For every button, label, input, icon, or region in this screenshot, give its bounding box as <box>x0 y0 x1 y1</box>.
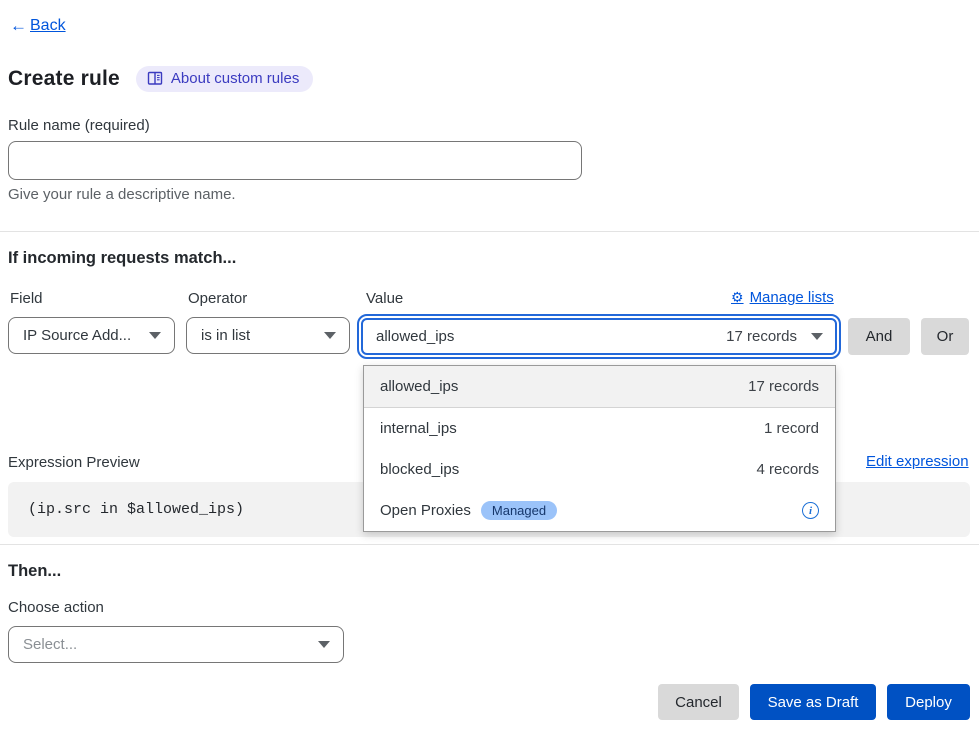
title-row: Create rule About custom rules <box>8 66 313 92</box>
info-icon[interactable]: i <box>802 502 819 519</box>
manage-lists-link[interactable]: ⚙ Manage lists <box>731 289 834 306</box>
expression-code: (ip.src in $allowed_ips) <box>28 501 244 518</box>
action-select-placeholder: Select... <box>23 636 77 653</box>
create-rule-page: ←Back Create rule About custom rules Rul… <box>0 0 979 739</box>
list-option-name: blocked_ips <box>380 461 459 478</box>
value-select-focus-ring: allowed_ips 17 records <box>357 314 841 359</box>
book-icon <box>147 71 163 86</box>
match-section-heading: If incoming requests match... <box>8 249 236 268</box>
operator-select[interactable]: is in list <box>186 317 350 354</box>
list-option-internal-ips[interactable]: internal_ips 1 record <box>364 408 835 449</box>
cancel-button[interactable]: Cancel <box>658 684 739 720</box>
field-select[interactable]: IP Source Add... <box>8 317 175 354</box>
rule-name-input[interactable] <box>8 141 582 180</box>
chevron-down-icon <box>149 332 161 339</box>
back-arrow-icon: ← <box>10 16 27 36</box>
and-button[interactable]: And <box>848 318 910 355</box>
list-option-blocked-ips[interactable]: blocked_ips 4 records <box>364 449 835 490</box>
list-dropdown-panel: allowed_ips 17 records internal_ips 1 re… <box>363 365 836 532</box>
operator-label: Operator <box>188 290 247 307</box>
action-select[interactable]: Select... <box>8 626 344 663</box>
list-option-records: 17 records <box>748 378 819 395</box>
page-title: Create rule <box>8 67 120 91</box>
value-select-name: allowed_ips <box>376 328 726 345</box>
managed-badge: Managed <box>481 501 557 520</box>
about-custom-rules-label: About custom rules <box>171 70 299 87</box>
list-option-records: 4 records <box>756 461 819 478</box>
choose-action-label: Choose action <box>8 599 104 616</box>
manage-lists-label: Manage lists <box>750 289 834 306</box>
list-option-open-proxies[interactable]: Open Proxies Managed i <box>364 490 835 531</box>
list-option-allowed-ips[interactable]: allowed_ips 17 records <box>364 366 835 408</box>
list-option-name: Open Proxies <box>380 502 471 519</box>
gear-icon: ⚙ <box>731 289 744 306</box>
field-label: Field <box>10 290 43 307</box>
rule-name-helper: Give your rule a descriptive name. <box>8 186 236 203</box>
about-custom-rules-link[interactable]: About custom rules <box>136 66 313 92</box>
value-select[interactable]: allowed_ips 17 records <box>361 318 837 355</box>
or-button[interactable]: Or <box>921 318 969 355</box>
section-divider <box>0 544 979 545</box>
edit-expression-link[interactable]: Edit expression <box>866 453 969 470</box>
value-label: Value <box>366 290 403 307</box>
chevron-down-icon <box>318 641 330 648</box>
list-option-records: 1 record <box>764 420 819 437</box>
field-select-value: IP Source Add... <box>23 327 131 344</box>
chevron-down-icon <box>811 333 823 340</box>
rule-name-label: Rule name (required) <box>8 117 150 134</box>
save-as-draft-button[interactable]: Save as Draft <box>750 684 876 720</box>
list-option-name: allowed_ips <box>380 378 458 395</box>
chevron-down-icon <box>324 332 336 339</box>
back-link-label: Back <box>30 17 66 35</box>
section-divider <box>0 231 979 232</box>
value-select-records: 17 records <box>726 328 797 345</box>
expression-preview-label: Expression Preview <box>8 454 140 471</box>
then-section-heading: Then... <box>8 562 61 581</box>
back-link[interactable]: ←Back <box>10 16 66 36</box>
footer-actions: Cancel Save as Draft Deploy <box>658 684 970 720</box>
operator-select-value: is in list <box>201 327 250 344</box>
deploy-button[interactable]: Deploy <box>887 684 970 720</box>
list-option-name: internal_ips <box>380 420 457 437</box>
